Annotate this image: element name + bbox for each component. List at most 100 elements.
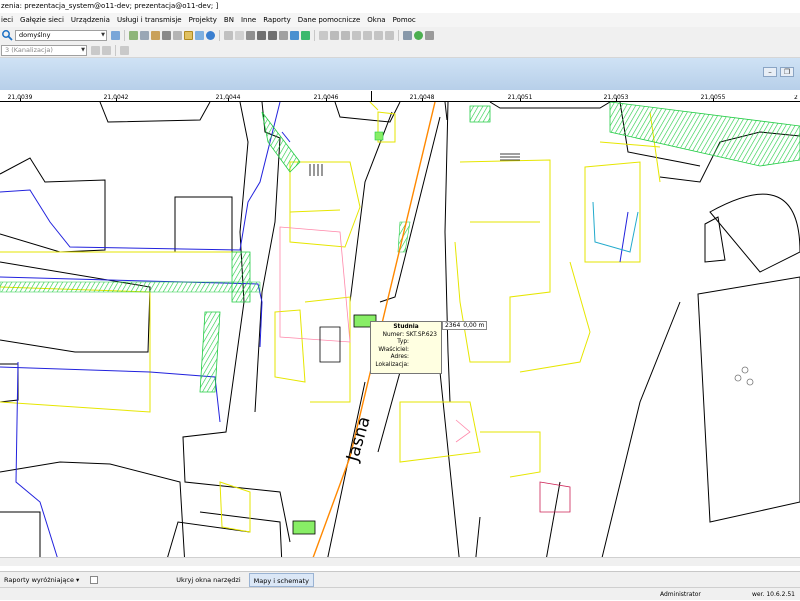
ruler-tick-partial: 2 xyxy=(794,95,798,101)
polyline-tool-icon[interactable] xyxy=(102,45,111,55)
ruler-tick-mark xyxy=(422,98,423,101)
menu-item-pomoc[interactable]: Pomoc xyxy=(393,16,416,24)
print-icon[interactable] xyxy=(140,30,149,40)
tab-maps[interactable]: Mapy i schematy xyxy=(248,572,314,587)
menu-item-raporty[interactable]: Raporty xyxy=(263,16,291,24)
ruler-tick-mark xyxy=(713,98,714,101)
zoom-extents-icon[interactable] xyxy=(268,30,277,40)
reports-dropdown[interactable]: Raporty wyróżniające ▾ xyxy=(0,573,83,587)
toolbar-separator xyxy=(115,44,116,56)
menu-item-galezie[interactable]: Gałęzie sieci xyxy=(20,16,64,24)
list-icon[interactable] xyxy=(235,30,244,40)
tooltip-label: Numer: xyxy=(382,331,405,338)
reports-checkbox[interactable] xyxy=(90,575,99,584)
undo-icon[interactable] xyxy=(385,30,394,40)
building-outlines xyxy=(0,102,661,533)
ruler-tick-mark xyxy=(116,98,117,101)
tooltip-row: Właściciel: xyxy=(375,347,437,355)
tooltip-label: Adres: xyxy=(390,354,409,360)
horizontal-scrollbar[interactable] xyxy=(0,557,800,566)
restore-icon[interactable]: ❐ xyxy=(780,67,794,77)
tooltip-row: Adres: xyxy=(375,354,437,362)
point-marker xyxy=(746,378,754,386)
snap-tool-icon[interactable] xyxy=(120,45,129,55)
edit-toolbar-icons xyxy=(91,44,129,56)
select-icon[interactable] xyxy=(195,30,204,40)
layer-select-value: 3 (Kanalizacja) xyxy=(5,45,53,54)
status-version: wer. 10.6.2.51 xyxy=(752,591,795,598)
menu-item-sieci[interactable]: ieci xyxy=(1,16,13,24)
highlight-icon[interactable] xyxy=(184,30,193,40)
network-icon[interactable] xyxy=(403,30,412,40)
profile-select-value: domyślny xyxy=(19,30,51,39)
tooltip-row: Numer: SKT.SP.623 xyxy=(375,332,437,340)
coordinate-readout: 2364 0,00 m xyxy=(442,321,488,330)
ruler-cursor-mark xyxy=(371,91,372,101)
document-header: – ❐ xyxy=(0,58,800,90)
tools-icon[interactable] xyxy=(425,30,434,40)
info-icon[interactable] xyxy=(206,30,215,40)
menu-bar: ieci Gałęzie sieci Urządzenia Usługi i t… xyxy=(0,13,800,27)
menu-item-inne[interactable]: Inne xyxy=(241,16,256,24)
menu-item-projekty[interactable]: Projekty xyxy=(189,16,217,24)
move-icon[interactable] xyxy=(341,30,350,40)
cyan-line xyxy=(592,201,639,253)
menu-item-dane-pomocnicze[interactable]: Dane pomocnicze xyxy=(298,16,361,24)
point-marker xyxy=(734,374,742,382)
grid-icon[interactable] xyxy=(224,30,233,40)
point-marker xyxy=(741,366,749,374)
pan-icon[interactable] xyxy=(279,30,288,40)
chevron-down-icon: ▾ xyxy=(76,575,80,584)
ruler-tick-mark xyxy=(20,98,21,101)
zoom-in-icon[interactable] xyxy=(257,30,266,40)
profile-select[interactable]: domyślny ▼ xyxy=(15,29,107,41)
zoom-window-icon[interactable] xyxy=(246,30,255,40)
well-marker[interactable] xyxy=(374,131,384,141)
search-icon[interactable] xyxy=(1,29,13,41)
fit-icon[interactable] xyxy=(301,30,310,40)
edit-toolbar: 3 (Kanalizacja) ▼ xyxy=(0,43,800,58)
main-toolbar: domyślny ▼ xyxy=(0,27,800,43)
layers-icon[interactable] xyxy=(111,30,120,40)
measure-icon[interactable] xyxy=(290,30,299,40)
height-value: 0,00 m xyxy=(463,322,485,329)
well-marker[interactable] xyxy=(292,520,316,535)
ruler-tick-mark xyxy=(228,98,229,101)
menu-item-uslugi[interactable]: Usługi i transmisje xyxy=(117,16,182,24)
tooltip-title: Studnia xyxy=(393,324,419,330)
paste-icon[interactable] xyxy=(374,30,383,40)
document-window-buttons: – ❐ xyxy=(763,67,794,77)
tooltip-row: Lokalizacja: xyxy=(375,362,437,370)
line-tool-icon[interactable] xyxy=(91,45,100,55)
folder-icon[interactable] xyxy=(151,30,160,40)
chevron-down-icon: ▼ xyxy=(81,46,85,53)
layer-select[interactable]: 3 (Kanalizacja) ▼ xyxy=(1,44,87,56)
toolbar-separator xyxy=(398,29,399,41)
table-icon[interactable] xyxy=(173,30,182,40)
tooltip-row: Typ: xyxy=(375,339,437,347)
ruler-tick-mark xyxy=(326,98,327,101)
copy-icon[interactable] xyxy=(363,30,372,40)
toolbar-icons xyxy=(111,29,434,41)
draw-icon[interactable] xyxy=(319,30,328,40)
coordinate-value: 2364 xyxy=(445,322,461,329)
window-title: zenia: prezentacja_system@o11-dev; preze… xyxy=(0,0,800,13)
menu-item-bn[interactable]: BN xyxy=(224,16,234,24)
coordinate-ruler: 21,0039 21,0042 21,0044 21,0046 21,0048 … xyxy=(0,90,800,102)
globe-icon[interactable] xyxy=(414,30,423,40)
minimize-icon[interactable]: – xyxy=(763,67,777,77)
tooltip-label: Lokalizacja: xyxy=(375,361,409,368)
status-user: Administrator xyxy=(660,591,701,598)
map-icon[interactable] xyxy=(129,30,138,40)
delete-icon[interactable] xyxy=(352,30,361,40)
hide-tools-tab[interactable]: Ukryj okna narzędzi xyxy=(172,573,244,587)
ruler-tick-mark xyxy=(616,98,617,101)
toolbar-separator xyxy=(314,29,315,41)
tooltip-value: SKT.SP.623 xyxy=(406,331,437,338)
menu-item-urzadzenia[interactable]: Urządzenia xyxy=(71,16,110,24)
bottom-tab-bar: Raporty wyróżniające ▾ Ukryj okna narzęd… xyxy=(0,571,800,587)
menu-item-okna[interactable]: Okna xyxy=(367,16,385,24)
toolbar-separator xyxy=(219,29,220,41)
edit-icon[interactable] xyxy=(330,30,339,40)
building-icon[interactable] xyxy=(162,30,171,40)
